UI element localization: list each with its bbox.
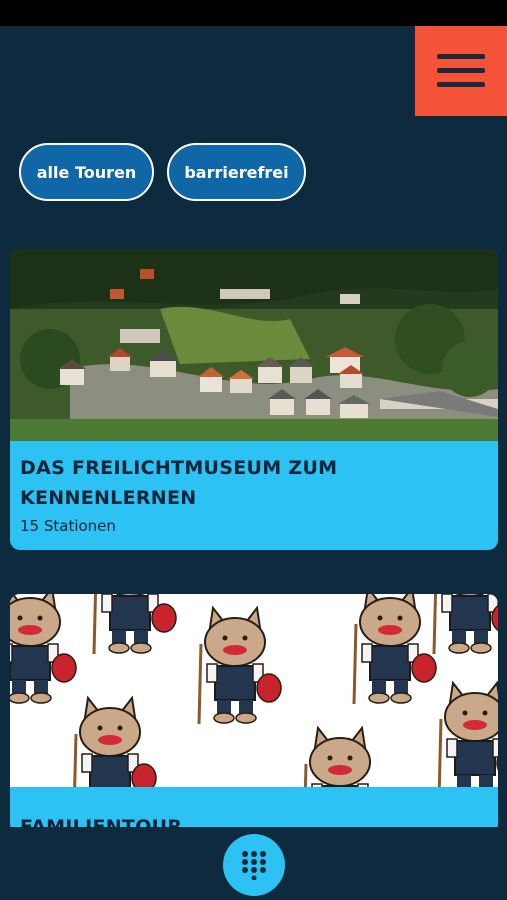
status-bar (0, 0, 507, 26)
dial-pad-button[interactable] (223, 834, 285, 896)
tour-card[interactable]: FAMILIENTOUR (10, 594, 498, 834)
tour-title: DAS FREILICHTMUSEUM ZUM KENNENLERNEN (20, 457, 338, 509)
tour-image-village (10, 249, 498, 441)
tour-station-count: 15 Stationen (20, 517, 116, 535)
menu-button[interactable] (415, 26, 507, 116)
filter-barrierefrei-button[interactable]: barrierefrei (167, 143, 306, 201)
hamburger-menu-icon (437, 54, 485, 88)
tour-card[interactable]: DAS FREILICHTMUSEUM ZUM KENNENLERNEN 15 … (10, 249, 498, 550)
filter-alle-touren-button[interactable]: alle Touren (19, 143, 154, 201)
dial-pad-icon (242, 851, 266, 880)
tour-image-cat-pattern (10, 594, 498, 787)
